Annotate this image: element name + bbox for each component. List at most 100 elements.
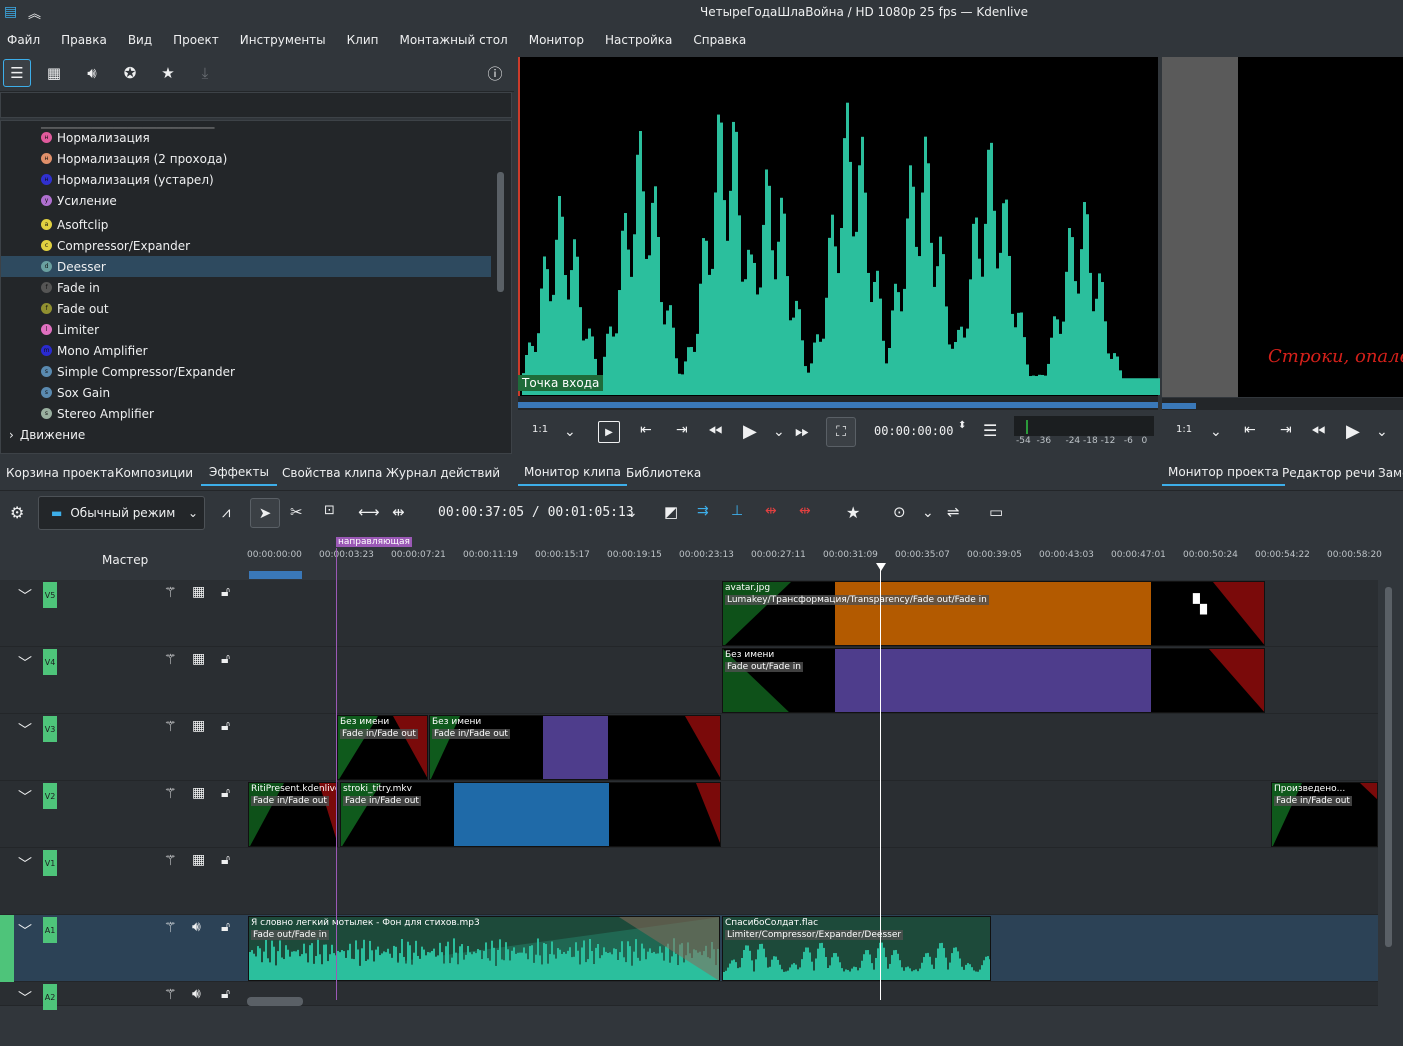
extract-icon[interactable]: ⇹ [799, 503, 811, 519]
list-view-icon[interactable]: ☰ [3, 59, 31, 87]
lock-icon[interactable]: 🔓︎ [221, 986, 230, 1002]
clip-v2-ritipresent[interactable]: RitiPresent.kdenlivetit Fade in/Fade out [248, 782, 338, 847]
menu-help[interactable]: Справка [693, 33, 754, 47]
favorite-icon[interactable]: ★ [846, 503, 860, 522]
razor-tool-icon[interactable]: ✂ [290, 503, 303, 521]
fullscreen-icon[interactable]: ▶ [598, 421, 620, 443]
tab-effects[interactable]: Эффекты [201, 460, 277, 486]
clip-v2-stroki[interactable]: stroki_titry.mkv Fade in/Fade out [340, 782, 721, 847]
menu-view[interactable]: Вид [128, 33, 160, 47]
tab-compositions[interactable]: Композиции [109, 460, 199, 486]
multicam-icon[interactable]: ⩘ [222, 503, 230, 521]
lock-icon[interactable]: 🔓︎ [221, 584, 230, 600]
lock-icon[interactable]: 🔓︎ [221, 718, 230, 734]
menu-tools[interactable]: Инструменты [240, 33, 334, 47]
list-item[interactable]: f Fade out [41, 298, 511, 319]
track-tag[interactable]: V1 [43, 850, 57, 876]
edit-mode-select[interactable]: ▬ Обычный режим ⌄ [38, 496, 205, 530]
collapse-chevron-icon[interactable]: ﹀ [18, 586, 32, 606]
forward-icon[interactable]: ⏩︎ [795, 421, 809, 442]
track-header-v2[interactable]: ﹀ V2 ⚚ ▦ 🔓︎ [0, 781, 247, 848]
track-lane-a2[interactable] [247, 982, 1378, 1006]
download-icon[interactable]: ⤓ [191, 59, 219, 87]
playhead[interactable] [880, 565, 881, 1000]
menu-icon[interactable]: ☰ [983, 421, 997, 440]
tab-clip-properties[interactable]: Свойства клипа [276, 460, 388, 486]
collapse-chevron-icon[interactable]: ﹀ [18, 921, 32, 941]
track-tag[interactable]: A2 [43, 984, 57, 1010]
tab-project-bin[interactable]: Корзина проекта [0, 460, 120, 486]
track-tag[interactable]: V3 [43, 716, 57, 742]
project-monitor-ruler[interactable] [1162, 398, 1403, 410]
track-lane-v1[interactable] [247, 848, 1378, 915]
film-icon[interactable]: ▦ [192, 584, 205, 600]
subtitle-icon[interactable]: ▭ [989, 503, 1003, 521]
clip-v3-untitled-2[interactable]: Без имени Fade in/Fade out [429, 715, 721, 780]
list-item[interactable]: s Sox Gain [41, 382, 511, 403]
list-item[interactable]: s Simple Compressor/Expander [41, 361, 511, 382]
list-item-selected[interactable]: d Deesser [1, 256, 491, 277]
track-header-v3[interactable]: ﹀ V3 ⚚ ▦ 🔓︎ [0, 714, 247, 781]
tab-speech-editor[interactable]: Редактор речи [1276, 460, 1381, 486]
list-item[interactable]: m Mono Amplifier [41, 340, 511, 361]
list-item[interactable]: l Limiter [41, 319, 511, 340]
list-item[interactable]: у Усиление [41, 190, 511, 211]
tab-notes[interactable]: Заме [1372, 460, 1403, 486]
tab-project-monitor[interactable]: Монитор проекта [1162, 460, 1285, 486]
video-effects-icon[interactable]: ▦ [40, 59, 68, 87]
menu-file[interactable]: Файл [7, 33, 48, 47]
split-view-icon[interactable]: ◩ [664, 503, 678, 521]
film-icon[interactable]: ▦ [192, 718, 205, 734]
select-tool-icon[interactable]: ➤ [250, 498, 280, 528]
menu-clip[interactable]: Клип [347, 33, 387, 47]
menu-edit[interactable]: Правка [61, 33, 115, 47]
menu-project[interactable]: Проект [173, 33, 227, 47]
speaker-icon[interactable]: 🔊︎ [192, 919, 201, 935]
ripple-tool-icon[interactable]: ⟷ [358, 503, 380, 521]
play-icon[interactable]: ▶ [743, 421, 757, 442]
effects-wand-icon[interactable]: ⚚ [164, 652, 177, 668]
spacer-tool-icon[interactable]: ⊡ [324, 503, 335, 518]
sliders-icon[interactable]: ⚙ [10, 503, 24, 522]
slip-tool-icon[interactable]: ⇹ [392, 503, 405, 521]
set-out-icon[interactable]: ⇥ [676, 422, 688, 438]
track-header-a1[interactable]: ﹀ A1 ⚚ 🔊︎ 🔓︎ [0, 915, 247, 982]
keep-above-icon[interactable]: ︽ [28, 3, 41, 22]
lock-icon[interactable]: 🔓︎ [221, 852, 230, 868]
rewind-icon[interactable]: ⏪︎ [1311, 421, 1325, 442]
clip-v5-avatar[interactable]: ▚ avatar.jpg Lumakey/Трансформация/Trans… [722, 581, 1265, 646]
set-in-icon[interactable]: ⇤ [1244, 422, 1256, 438]
lift-icon[interactable]: ⇹ [765, 503, 777, 519]
set-in-icon[interactable]: ⇤ [640, 422, 652, 438]
track-tag[interactable]: V4 [43, 649, 57, 675]
timeline-timecode[interactable]: 00:00:37:05 / 00:01:05:13 [438, 505, 634, 520]
clip-a1-background[interactable]: Я словно легкий мотылек - Фон для стихов… [248, 916, 720, 981]
list-item[interactable]: н Нормализация [41, 127, 511, 148]
effects-wand-icon[interactable]: ⚚ [164, 987, 177, 1003]
tab-clip-monitor[interactable]: Монитор клипа [518, 460, 628, 486]
film-icon[interactable]: ▦ [192, 852, 205, 868]
track-header-v4[interactable]: ﹀ V4 ⚚ ▦ 🔓︎ [0, 647, 247, 714]
chevron-down-icon[interactable]: ⌄ [1376, 424, 1388, 440]
clip-v3-untitled-1[interactable]: Без имени Fade in/Fade out [337, 715, 428, 780]
clip-v4-untitled[interactable]: Без имени Fade out/Fade in [722, 648, 1265, 713]
menu-monitor[interactable]: Монитор [529, 33, 592, 47]
collapse-chevron-icon[interactable]: ﹀ [18, 854, 32, 874]
timeline-vscroll[interactable] [1385, 587, 1392, 947]
playhead-marker[interactable] [876, 563, 886, 571]
effects-search-input[interactable] [0, 92, 512, 118]
collapse-chevron-icon[interactable]: ﹀ [18, 787, 32, 807]
overwrite-icon[interactable]: ⊥ [731, 503, 743, 519]
timecode-spin-icon[interactable]: ⬍ [958, 420, 966, 431]
menu-settings[interactable]: Настройка [605, 33, 680, 47]
speaker-icon[interactable]: 🔊︎ [192, 986, 201, 1002]
guide-marker[interactable]: направляющая [336, 537, 412, 547]
effects-wand-icon[interactable]: ⚚ [164, 719, 177, 735]
chevron-down-icon[interactable]: ⌄ [626, 505, 638, 521]
list-item[interactable]: a Asoftclip [41, 214, 511, 235]
timeline-hscroll[interactable] [247, 997, 303, 1006]
effects-scrollbar[interactable] [497, 172, 504, 292]
collapse-chevron-icon[interactable]: ﹀ [18, 988, 32, 1008]
collapse-chevron-icon[interactable]: ﹀ [18, 653, 32, 673]
custom-effects-icon[interactable]: ✪ [116, 59, 144, 87]
